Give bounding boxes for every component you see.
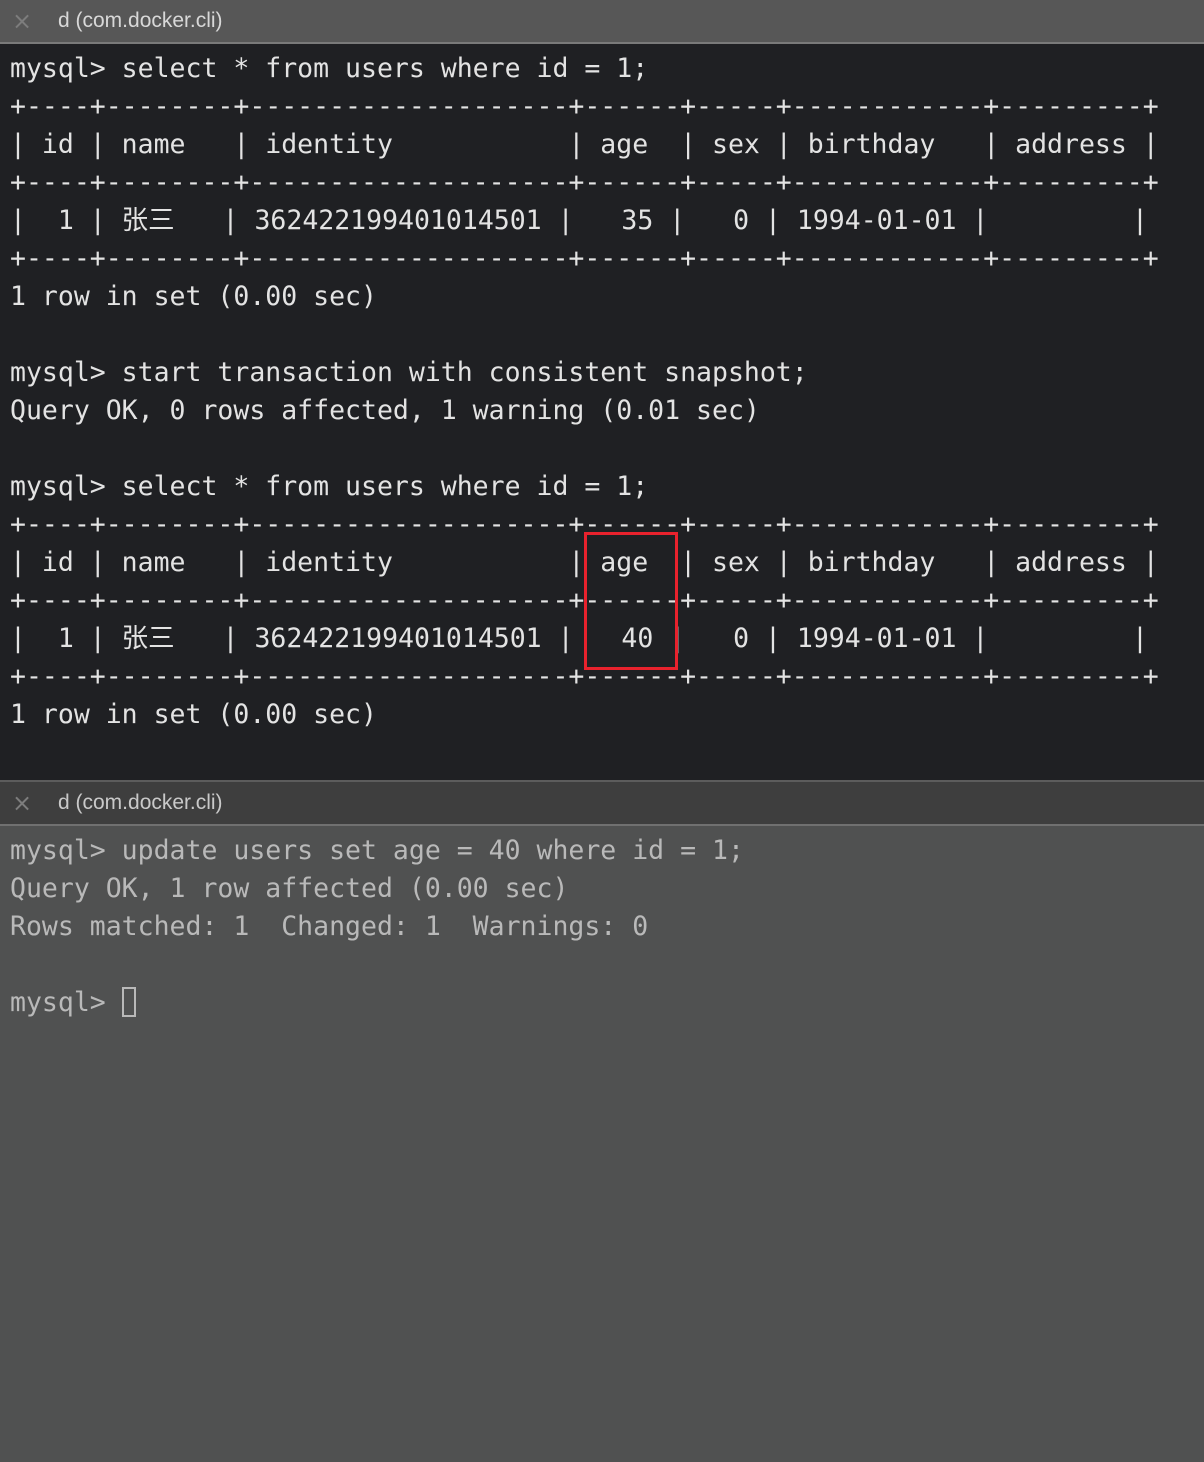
terminal-line: 1 row in set (0.00 sec) xyxy=(10,699,377,730)
terminal-line: | id | name | identity | age | sex | bir… xyxy=(10,547,1159,578)
terminal-output: mysql> update users set age = 40 where i… xyxy=(0,826,1204,1022)
terminal-line: mysql> select * from users where id = 1; xyxy=(10,53,649,84)
terminal-line: 1 row in set (0.00 sec) xyxy=(10,281,377,312)
tab-bar-bottom[interactable]: × d (com.docker.cli) xyxy=(0,780,1204,826)
prompt-text: mysql> xyxy=(10,987,122,1018)
tab-bar-top[interactable]: × d (com.docker.cli) xyxy=(0,0,1204,44)
prompt-line[interactable]: mysql> xyxy=(10,984,1204,1022)
terminal-line: | 1 | 张三 | 362422199401014501 | 40 | 0 |… xyxy=(10,623,1148,654)
tab-title: d (com.docker.cli) xyxy=(58,791,223,814)
terminal-pane-top[interactable]: mysql> select * from users where id = 1;… xyxy=(0,44,1204,780)
terminal-line: | 1 | 张三 | 362422199401014501 | 35 | 0 |… xyxy=(10,205,1148,236)
cursor xyxy=(121,987,136,1017)
terminal-line: mysql> update users set age = 40 where i… xyxy=(10,835,744,866)
terminal-line: mysql> start transaction with consistent… xyxy=(10,357,808,388)
terminal-output: mysql> select * from users where id = 1;… xyxy=(0,44,1204,734)
terminal-line: +----+--------+--------------------+----… xyxy=(10,661,1159,692)
terminal-line: | id | name | identity | age | sex | bir… xyxy=(10,129,1159,160)
terminal-line: +----+--------+--------------------+----… xyxy=(10,243,1159,274)
terminal-line: Query OK, 0 rows affected, 1 warning (0.… xyxy=(10,395,760,426)
terminal-line: +----+--------+--------------------+----… xyxy=(10,167,1159,198)
terminal-line: +----+--------+--------------------+----… xyxy=(10,585,1159,616)
terminal-line: Rows matched: 1 Changed: 1 Warnings: 0 xyxy=(10,911,649,942)
close-icon[interactable]: × xyxy=(0,0,44,43)
terminal-window: × d (com.docker.cli) mysql> select * fro… xyxy=(0,0,1204,1462)
terminal-line: +----+--------+--------------------+----… xyxy=(10,509,1159,540)
terminal-line: +----+--------+--------------------+----… xyxy=(10,91,1159,122)
terminal-line: Query OK, 1 row affected (0.00 sec) xyxy=(10,873,569,904)
terminal-line: mysql> select * from users where id = 1; xyxy=(10,471,649,502)
terminal-pane-bottom[interactable]: mysql> update users set age = 40 where i… xyxy=(0,826,1204,1462)
tab-title: d (com.docker.cli) xyxy=(58,9,223,32)
close-icon[interactable]: × xyxy=(0,781,44,825)
